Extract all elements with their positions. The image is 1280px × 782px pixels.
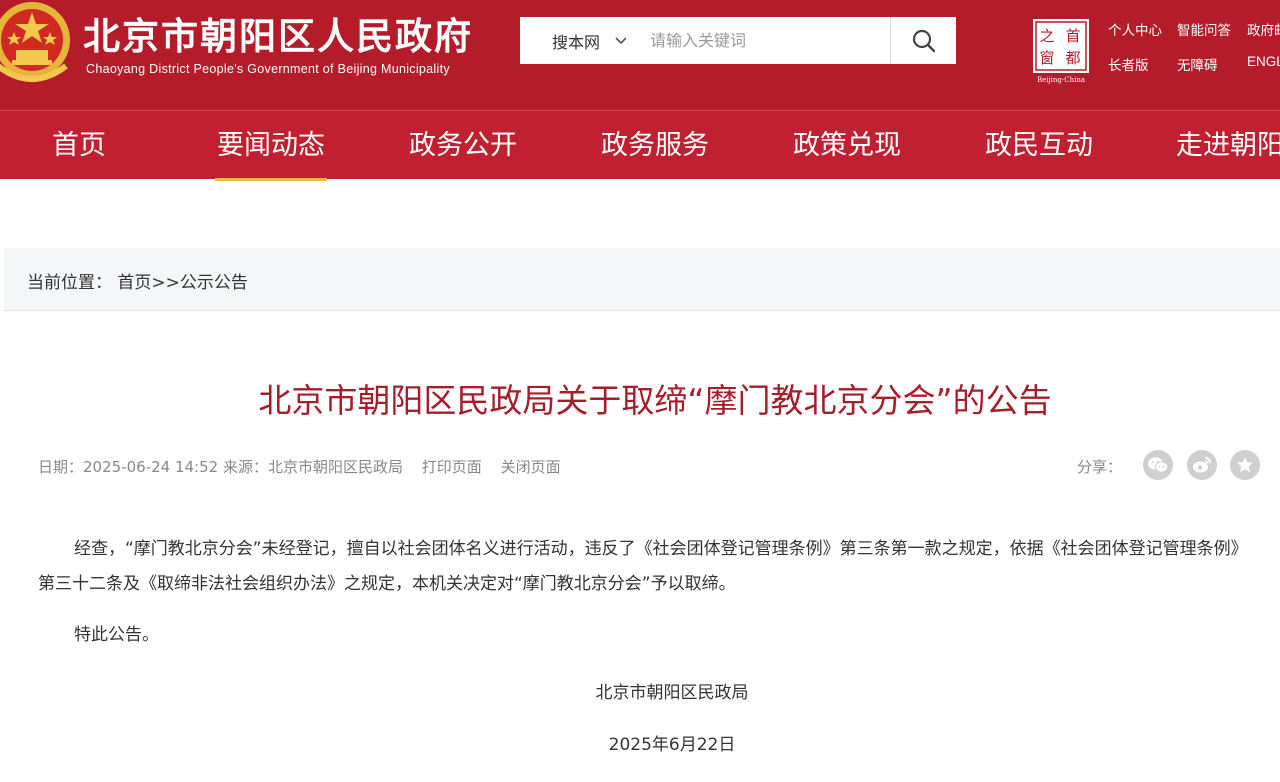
logo-char: 都 xyxy=(1065,49,1080,67)
nav-item-home[interactable]: 首页 xyxy=(52,111,106,179)
publish-date: 2025-06-24 14:52 xyxy=(83,458,219,476)
article-paragraph: 经查，“摩门教北京分会”未经登记，擅自以社会团体名义进行活动，违反了《社会团体登… xyxy=(38,539,1248,594)
nav-item-policy[interactable]: 政策兑现 xyxy=(793,111,901,179)
weibo-icon xyxy=(1193,457,1211,473)
nav-item-gov-services[interactable]: 政务服务 xyxy=(601,111,709,179)
favorite-star-icon xyxy=(1237,457,1253,473)
logo-char: 窗 xyxy=(1039,49,1054,67)
search-box: 搜本网 xyxy=(520,17,956,64)
share-weibo-button[interactable] xyxy=(1187,450,1217,480)
article-title: 北京市朝阳区民政局关于取缔“摩门教北京分会”的公告 xyxy=(258,381,1052,420)
article-body: 经查，“摩门教北京分会”未经登记，擅自以社会团体名义进行活动，违反了《社会团体登… xyxy=(38,532,1260,653)
nav-item-news[interactable]: 要闻动态 xyxy=(215,111,327,181)
nav-item-gov-affairs-open[interactable]: 政务公开 xyxy=(409,111,517,179)
link-accessibility[interactable]: 无障碍 xyxy=(1177,54,1218,74)
link-gov-mail[interactable]: 政府邮 xyxy=(1247,19,1280,39)
breadcrumb-home[interactable]: 首页 xyxy=(117,273,151,293)
search-button[interactable] xyxy=(890,17,956,64)
logo-char: 首 xyxy=(1065,27,1080,45)
site-subtitle: Chaoyang District People's Government of… xyxy=(86,62,450,76)
share-wechat-button[interactable] xyxy=(1143,450,1173,480)
site-title[interactable]: 北京市朝阳区人民政府 xyxy=(83,14,473,60)
site-header: 北京市朝阳区人民政府 Chaoyang District People's Go… xyxy=(0,0,1280,110)
print-page-link[interactable]: 打印页面 xyxy=(422,458,482,476)
logo-caption: Beijing-China xyxy=(1037,76,1085,84)
breadcrumb-label: 当前位置： xyxy=(27,273,112,293)
date-label: 日期： xyxy=(38,458,84,476)
article-paragraph: 特此公告。 xyxy=(74,625,159,645)
search-scope-label: 搜本网 xyxy=(552,32,601,52)
nav-item-interaction[interactable]: 政民互动 xyxy=(985,111,1093,179)
signature-org: 北京市朝阳区民政局 xyxy=(595,683,749,703)
link-elder-version[interactable]: 长者版 xyxy=(1108,54,1149,74)
source: 北京市朝阳区民政局 xyxy=(267,458,403,476)
logo-char: 之 xyxy=(1039,27,1054,45)
breadcrumb-current[interactable]: 公示公告 xyxy=(180,273,248,293)
search-scope-dropdown[interactable]: 搜本网 xyxy=(520,17,640,64)
breadcrumb: 当前位置： 首页>>公示公告 xyxy=(27,268,248,293)
main-nav: 首页 要闻动态 政务公开 政务服务 政策兑现 政民互动 走进朝阳 xyxy=(0,110,1280,181)
breadcrumb-bar: 当前位置： 首页>>公示公告 xyxy=(4,248,1280,311)
chevron-down-icon xyxy=(615,36,627,44)
nav-item-about-chaoyang[interactable]: 走进朝阳 xyxy=(1176,111,1280,179)
link-english[interactable]: ENGL xyxy=(1247,54,1280,69)
share-label: 分享： xyxy=(1077,458,1123,476)
source-label: 来源： xyxy=(222,458,268,476)
link-smart-qa[interactable]: 智能问答 xyxy=(1177,19,1231,39)
national-emblem-icon[interactable] xyxy=(0,0,72,84)
search-icon xyxy=(912,29,935,52)
link-personal-center[interactable]: 个人中心 xyxy=(1108,19,1162,39)
signature-date: 2025年6月22日 xyxy=(608,735,736,755)
article-meta: 日期：2025-06-24 14:52 来源：北京市朝阳区民政局 打印页面 关闭… xyxy=(38,456,561,477)
wechat-icon xyxy=(1148,457,1169,473)
share-favorite-button[interactable] xyxy=(1230,450,1260,480)
capital-window-logo[interactable]: 之 首 窗 都 Beijing-China xyxy=(1030,18,1092,84)
close-page-link[interactable]: 关闭页面 xyxy=(501,458,561,476)
breadcrumb-separator: >> xyxy=(151,273,180,293)
search-input[interactable] xyxy=(640,17,890,64)
